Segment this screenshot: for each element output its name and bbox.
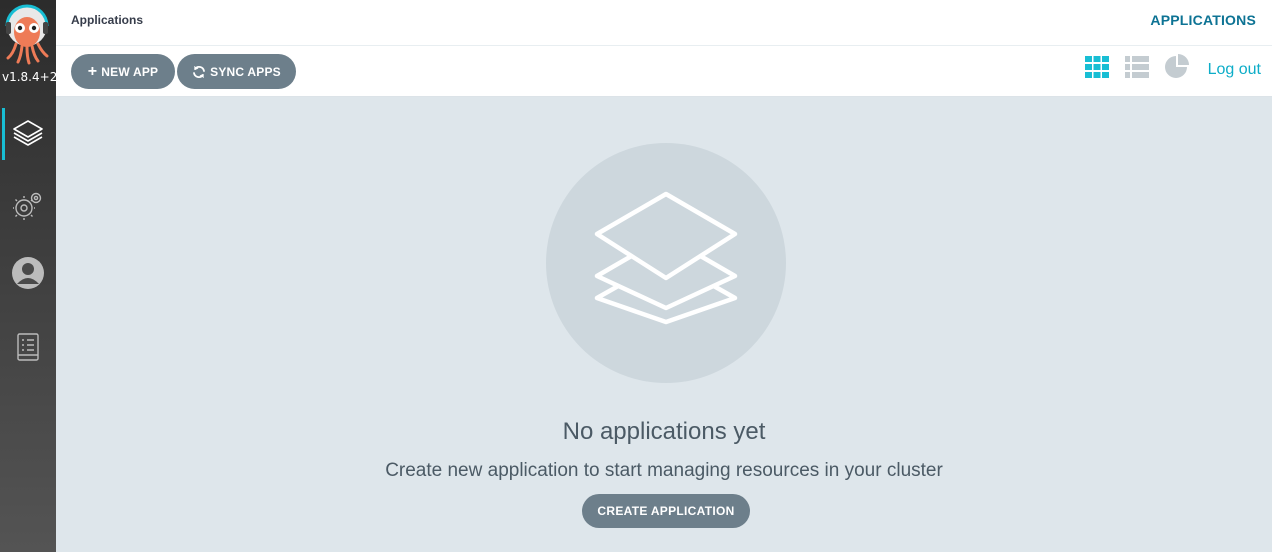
sync-icon	[193, 65, 206, 78]
empty-state-title: No applications yet	[562, 418, 766, 445]
version-label: v1.8.4+2	[2, 70, 56, 84]
breadcrumb[interactable]: Applications	[71, 13, 143, 27]
gears-icon	[13, 192, 42, 220]
page-title: APPLICATIONS	[1150, 12, 1256, 28]
sync-apps-label: SYNC APPS	[210, 64, 281, 79]
user-circle-icon	[12, 257, 44, 289]
toolbar: + NEW APP SYNC APPS Log out	[56, 46, 1272, 97]
sidebar-item-settings[interactable]	[0, 180, 56, 232]
sidebar-item-user-info[interactable]	[0, 247, 56, 299]
sidebar-item-applications[interactable]	[0, 108, 56, 160]
new-app-button[interactable]: + NEW APP	[71, 54, 175, 89]
layers-icon	[594, 191, 738, 325]
summary-pie-icon[interactable]	[1164, 54, 1192, 85]
empty-state-illustration	[546, 143, 786, 383]
sidebar-item-documentation[interactable]	[0, 321, 56, 373]
create-application-button[interactable]: CREATE APPLICATION	[582, 494, 750, 528]
sync-apps-button[interactable]: SYNC APPS	[177, 54, 296, 89]
book-icon	[17, 333, 39, 361]
empty-state-description: Create new application to start managing…	[385, 460, 943, 481]
logout-link[interactable]: Log out	[1208, 61, 1261, 79]
top-header: Applications APPLICATIONS	[56, 0, 1272, 46]
new-app-label: NEW APP	[101, 64, 159, 79]
list-view-icon[interactable]	[1125, 56, 1149, 83]
plus-icon: +	[87, 62, 98, 80]
argo-logo-icon[interactable]	[3, 4, 51, 66]
sidebar: v1.8.4+2	[0, 0, 56, 552]
layers-icon	[13, 120, 43, 146]
tiles-view-icon[interactable]	[1085, 56, 1109, 83]
